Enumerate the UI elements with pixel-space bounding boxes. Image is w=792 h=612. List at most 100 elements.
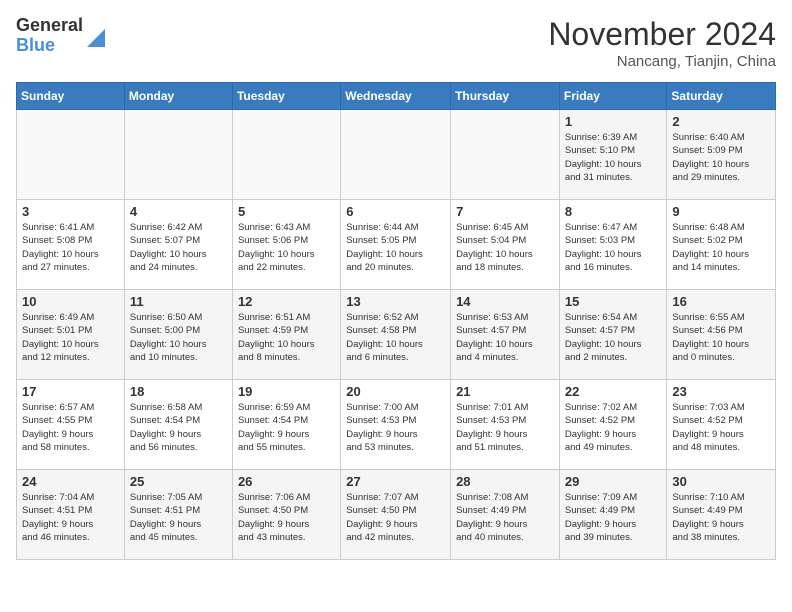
- logo-triangle-icon: [87, 25, 105, 47]
- day-info: Sunrise: 7:06 AM Sunset: 4:50 PM Dayligh…: [238, 491, 335, 544]
- weekday-header-friday: Friday: [559, 83, 667, 110]
- calendar-cell: 4Sunrise: 6:42 AM Sunset: 5:07 PM Daylig…: [124, 200, 232, 290]
- calendar-week-row: 1 Sunrise: 6:39 AM Sunset: 5:10 PM Daylig…: [17, 110, 776, 200]
- day-number: 14: [456, 294, 554, 309]
- calendar-cell: 25 Sunrise: 7:05 AM Sunset: 4:51 PM Dayli…: [124, 470, 232, 560]
- weekday-header-saturday: Saturday: [667, 83, 776, 110]
- calendar-cell: 19 Sunrise: 6:59 AM Sunset: 4:54 PM Dayli…: [232, 380, 340, 470]
- calendar-cell: [124, 110, 232, 200]
- calendar-cell: 26 Sunrise: 7:06 AM Sunset: 4:50 PM Dayli…: [232, 470, 340, 560]
- calendar-cell: 24Sunrise: 7:04 AM Sunset: 4:51 PM Dayli…: [17, 470, 125, 560]
- day-info: Sunrise: 6:52 AM Sunset: 4:58 PM Dayligh…: [346, 311, 445, 364]
- calendar-cell: [451, 110, 560, 200]
- day-info: Sunrise: 7:07 AM Sunset: 4:50 PM Dayligh…: [346, 491, 445, 544]
- day-number: 1: [565, 114, 662, 129]
- day-number: 21: [456, 384, 554, 399]
- day-info: Sunrise: 6:59 AM Sunset: 4:54 PM Dayligh…: [238, 401, 335, 454]
- title-block: November 2024 Nancang, Tianjin, China: [548, 16, 776, 70]
- day-info: Sunrise: 7:10 AM Sunset: 4:49 PM Dayligh…: [672, 491, 770, 544]
- day-number: 4: [130, 204, 227, 219]
- calendar-cell: 23 Sunrise: 7:03 AM Sunset: 4:52 PM Dayli…: [667, 380, 776, 470]
- weekday-header-thursday: Thursday: [451, 83, 560, 110]
- weekday-header-monday: Monday: [124, 83, 232, 110]
- calendar-week-row: 10 Sunrise: 6:49 AM Sunset: 5:01 PM Dayli…: [17, 290, 776, 380]
- calendar-cell: 30 Sunrise: 7:10 AM Sunset: 4:49 PM Dayli…: [667, 470, 776, 560]
- calendar-cell: 7 Sunrise: 6:45 AM Sunset: 5:04 PM Daylig…: [451, 200, 560, 290]
- day-info: Sunrise: 7:01 AM Sunset: 4:53 PM Dayligh…: [456, 401, 554, 454]
- calendar-cell: 10 Sunrise: 6:49 AM Sunset: 5:01 PM Dayli…: [17, 290, 125, 380]
- day-info: Sunrise: 6:57 AM Sunset: 4:55 PM Dayligh…: [22, 401, 119, 454]
- weekday-header-tuesday: Tuesday: [232, 83, 340, 110]
- calendar-cell: 5Sunrise: 6:43 AM Sunset: 5:06 PM Daylig…: [232, 200, 340, 290]
- calendar-cell: [232, 110, 340, 200]
- calendar-cell: 20Sunrise: 7:00 AM Sunset: 4:53 PM Dayli…: [341, 380, 451, 470]
- day-info: Sunrise: 7:08 AM Sunset: 4:49 PM Dayligh…: [456, 491, 554, 544]
- day-info: Sunrise: 6:47 AM Sunset: 5:03 PM Dayligh…: [565, 221, 662, 274]
- day-info: Sunrise: 7:02 AM Sunset: 4:52 PM Dayligh…: [565, 401, 662, 454]
- day-info: Sunrise: 6:49 AM Sunset: 5:01 PM Dayligh…: [22, 311, 119, 364]
- weekday-header-wednesday: Wednesday: [341, 83, 451, 110]
- calendar-cell: 8 Sunrise: 6:47 AM Sunset: 5:03 PM Daylig…: [559, 200, 667, 290]
- day-info: Sunrise: 6:48 AM Sunset: 5:02 PM Dayligh…: [672, 221, 770, 274]
- calendar-cell: 17 Sunrise: 6:57 AM Sunset: 4:55 PM Dayli…: [17, 380, 125, 470]
- day-info: Sunrise: 6:55 AM Sunset: 4:56 PM Dayligh…: [672, 311, 770, 364]
- day-number: 12: [238, 294, 335, 309]
- day-number: 29: [565, 474, 662, 489]
- day-info: Sunrise: 7:09 AM Sunset: 4:49 PM Dayligh…: [565, 491, 662, 544]
- day-number: 16: [672, 294, 770, 309]
- calendar-cell: 11Sunrise: 6:50 AM Sunset: 5:00 PM Dayli…: [124, 290, 232, 380]
- day-info: Sunrise: 6:58 AM Sunset: 4:54 PM Dayligh…: [130, 401, 227, 454]
- calendar-cell: 16 Sunrise: 6:55 AM Sunset: 4:56 PM Dayli…: [667, 290, 776, 380]
- calendar-cell: 13 Sunrise: 6:52 AM Sunset: 4:58 PM Dayli…: [341, 290, 451, 380]
- day-number: 30: [672, 474, 770, 489]
- weekday-header-sunday: Sunday: [17, 83, 125, 110]
- day-info: Sunrise: 6:39 AM Sunset: 5:10 PM Dayligh…: [565, 131, 662, 184]
- day-number: 7: [456, 204, 554, 219]
- day-number: 10: [22, 294, 119, 309]
- location-label: Nancang, Tianjin, China: [548, 53, 776, 70]
- weekday-header-row: SundayMondayTuesdayWednesdayThursdayFrid…: [17, 83, 776, 110]
- calendar-cell: 28 Sunrise: 7:08 AM Sunset: 4:49 PM Dayli…: [451, 470, 560, 560]
- calendar-cell: 1 Sunrise: 6:39 AM Sunset: 5:10 PM Daylig…: [559, 110, 667, 200]
- day-number: 26: [238, 474, 335, 489]
- logo-blue: Blue: [16, 35, 55, 55]
- day-number: 13: [346, 294, 445, 309]
- day-info: Sunrise: 7:04 AM Sunset: 4:51 PM Dayligh…: [22, 491, 119, 544]
- day-info: Sunrise: 7:03 AM Sunset: 4:52 PM Dayligh…: [672, 401, 770, 454]
- day-info: Sunrise: 6:51 AM Sunset: 4:59 PM Dayligh…: [238, 311, 335, 364]
- day-info: Sunrise: 6:53 AM Sunset: 4:57 PM Dayligh…: [456, 311, 554, 364]
- calendar-cell: 2 Sunrise: 6:40 AM Sunset: 5:09 PM Daylig…: [667, 110, 776, 200]
- calendar-cell: [17, 110, 125, 200]
- calendar-week-row: 24Sunrise: 7:04 AM Sunset: 4:51 PM Dayli…: [17, 470, 776, 560]
- day-number: 23: [672, 384, 770, 399]
- month-title: November 2024: [548, 16, 776, 53]
- calendar-cell: 14 Sunrise: 6:53 AM Sunset: 4:57 PM Dayli…: [451, 290, 560, 380]
- day-info: Sunrise: 6:43 AM Sunset: 5:06 PM Dayligh…: [238, 221, 335, 274]
- day-info: Sunrise: 6:45 AM Sunset: 5:04 PM Dayligh…: [456, 221, 554, 274]
- calendar-table: SundayMondayTuesdayWednesdayThursdayFrid…: [16, 82, 776, 560]
- day-number: 22: [565, 384, 662, 399]
- day-number: 19: [238, 384, 335, 399]
- calendar-cell: 9Sunrise: 6:48 AM Sunset: 5:02 PM Daylig…: [667, 200, 776, 290]
- day-number: 8: [565, 204, 662, 219]
- logo-general: General: [16, 15, 83, 35]
- calendar-week-row: 3Sunrise: 6:41 AM Sunset: 5:08 PM Daylig…: [17, 200, 776, 290]
- day-info: Sunrise: 6:40 AM Sunset: 5:09 PM Dayligh…: [672, 131, 770, 184]
- calendar-cell: 15Sunrise: 6:54 AM Sunset: 4:57 PM Dayli…: [559, 290, 667, 380]
- calendar-cell: [341, 110, 451, 200]
- calendar-cell: 22 Sunrise: 7:02 AM Sunset: 4:52 PM Dayli…: [559, 380, 667, 470]
- day-number: 25: [130, 474, 227, 489]
- day-number: 2: [672, 114, 770, 129]
- day-info: Sunrise: 7:05 AM Sunset: 4:51 PM Dayligh…: [130, 491, 227, 544]
- page-header: General Blue November 2024 Nancang, Tian…: [16, 16, 776, 70]
- day-number: 3: [22, 204, 119, 219]
- day-number: 15: [565, 294, 662, 309]
- day-info: Sunrise: 7:00 AM Sunset: 4:53 PM Dayligh…: [346, 401, 445, 454]
- calendar-cell: 21 Sunrise: 7:01 AM Sunset: 4:53 PM Dayli…: [451, 380, 560, 470]
- day-number: 17: [22, 384, 119, 399]
- day-info: Sunrise: 6:44 AM Sunset: 5:05 PM Dayligh…: [346, 221, 445, 274]
- calendar-cell: 3Sunrise: 6:41 AM Sunset: 5:08 PM Daylig…: [17, 200, 125, 290]
- day-number: 28: [456, 474, 554, 489]
- day-number: 11: [130, 294, 227, 309]
- calendar-cell: 18Sunrise: 6:58 AM Sunset: 4:54 PM Dayli…: [124, 380, 232, 470]
